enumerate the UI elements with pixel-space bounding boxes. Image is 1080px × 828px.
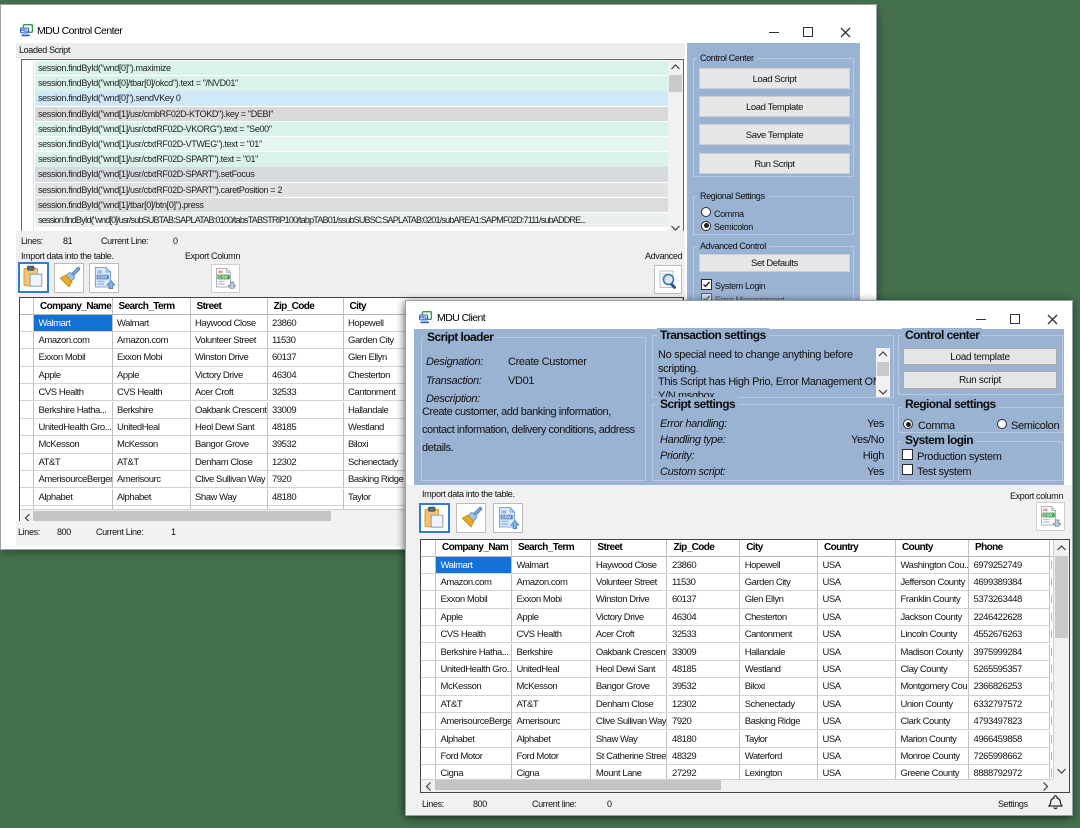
svg-text:CSV: CSV: [502, 515, 512, 520]
svg-text:CSV: CSV: [1043, 512, 1053, 517]
svg-text:CSV: CSV: [218, 274, 228, 279]
svg-text:CSV: CSV: [98, 275, 108, 280]
